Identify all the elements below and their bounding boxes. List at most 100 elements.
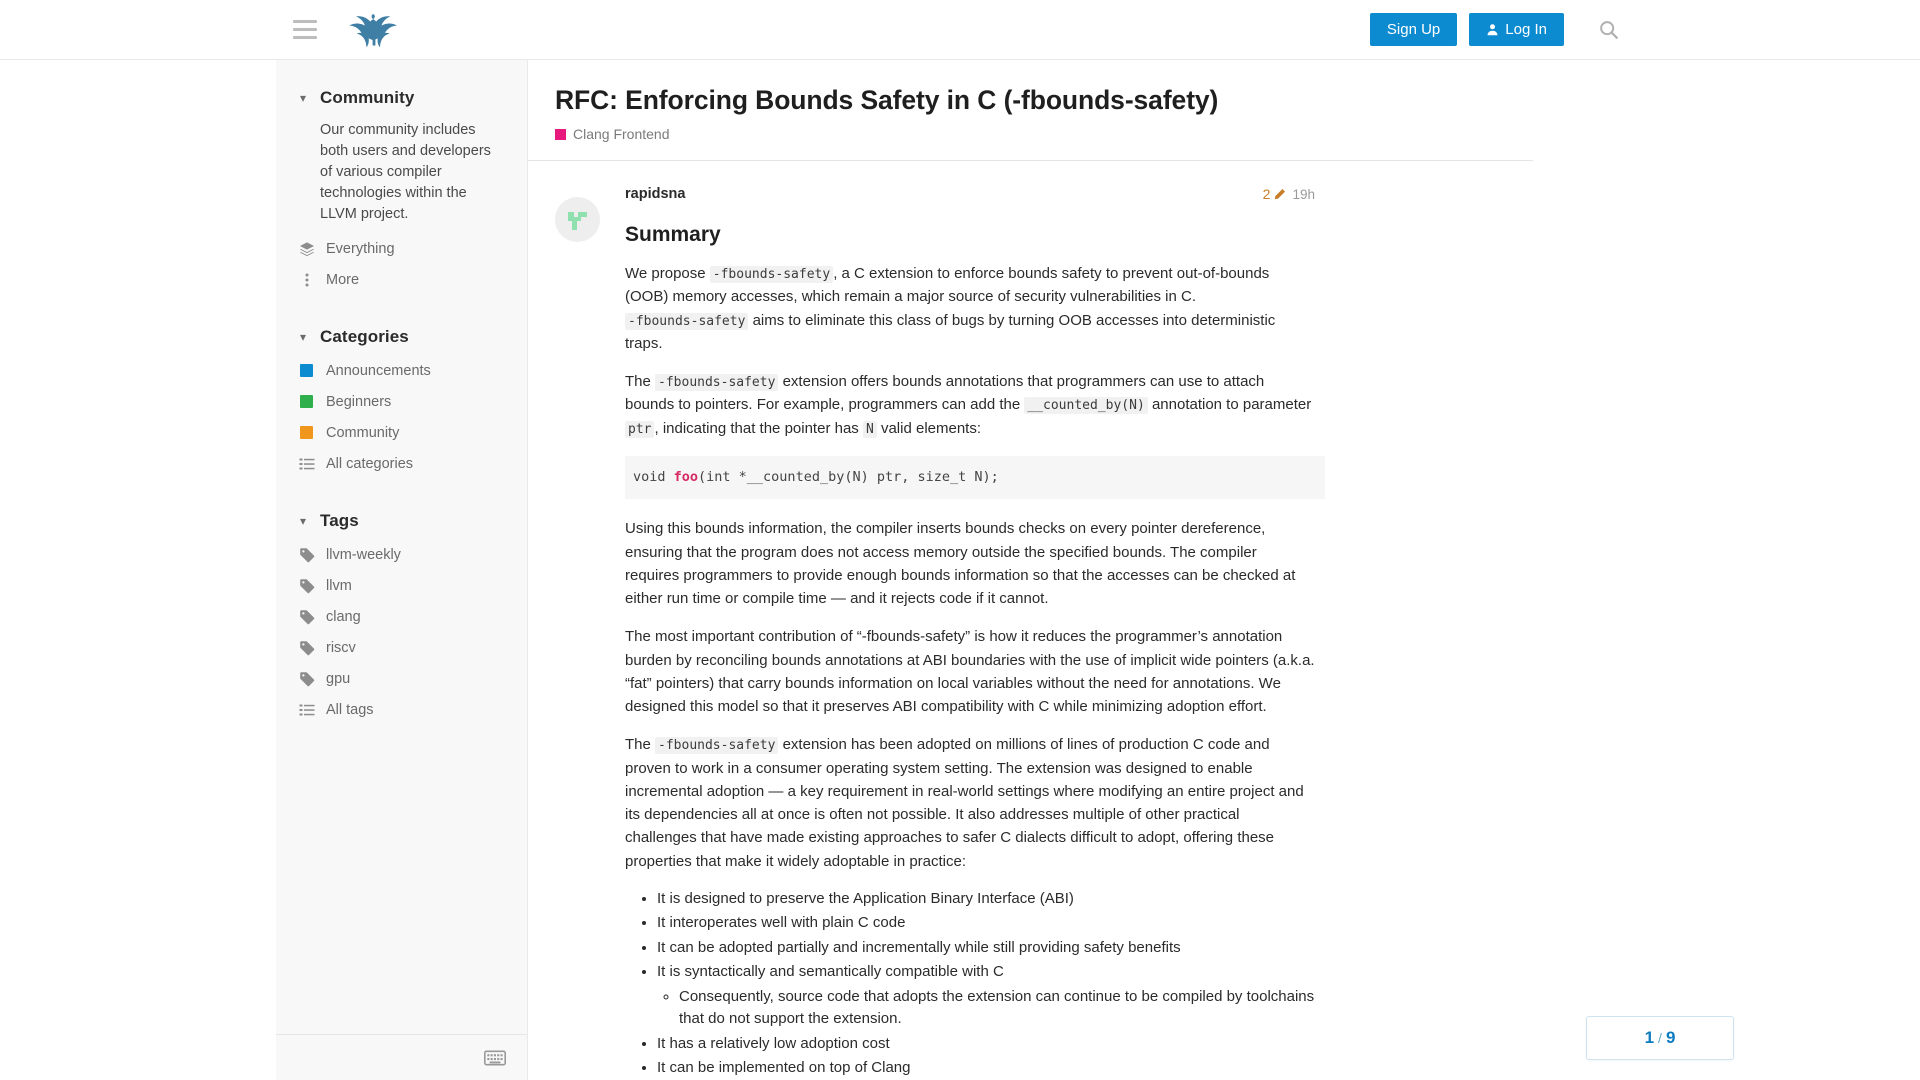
list-item: It is designed to preserve the Applicati… <box>657 888 1315 911</box>
sidebar-item-label: All categories <box>326 455 414 472</box>
sidebar-item-tag-riscv[interactable]: riscv <box>276 632 527 663</box>
sign-up-button[interactable]: Sign Up <box>1369 13 1458 46</box>
edit-count-button[interactable]: 2 <box>1263 186 1287 202</box>
sidebar-section-categories[interactable]: ▾ Categories <box>276 319 527 355</box>
code-function-name: foo <box>673 468 699 485</box>
sidebar: ▾ Community Our community includes both … <box>276 60 528 1080</box>
sidebar-item-tag-llvm-weekly[interactable]: llvm-weekly <box>276 539 527 570</box>
p2-text-d: , indicating that the pointer has <box>654 419 863 437</box>
sidebar-item-everything[interactable]: Everything <box>276 233 527 264</box>
p5-text-b: extension has been adopted on millions o… <box>625 736 1304 870</box>
sidebar-item-label: All tags <box>326 701 374 718</box>
post-author-username[interactable]: rapidsna <box>625 186 685 202</box>
paragraph-3: Using this bounds information, the compi… <box>625 520 1296 608</box>
sidebar-section-title: Community <box>320 88 415 107</box>
tag-icon <box>298 639 315 656</box>
edit-count-value: 2 <box>1262 186 1271 203</box>
p1-text-a: We propose <box>625 265 710 283</box>
sidebar-item-tag-gpu[interactable]: gpu <box>276 663 527 694</box>
post-timestamp[interactable]: 19h <box>1292 187 1315 202</box>
tag-icon <box>298 608 315 625</box>
sidebar-item-label: Beginners <box>326 393 392 410</box>
category-square-icon <box>298 362 315 379</box>
avatar-column <box>555 183 617 1080</box>
list-item: It interoperates well with plain C code <box>657 912 1315 935</box>
paragraph-5: The -fbounds-safety extension has been a… <box>625 733 1315 873</box>
nested-list: Consequently, source code that adopts th… <box>657 986 1315 1031</box>
topic-category-link[interactable]: Clang Frontend <box>555 126 1528 142</box>
code-block: void foo(int *__counted_by(N) ptr, size_… <box>625 455 1325 500</box>
tag-icon <box>298 577 315 594</box>
sidebar-item-beginners[interactable]: Beginners <box>276 386 527 417</box>
p2-text-a: The <box>625 373 656 391</box>
paragraph-2: The -fbounds-safety extension offers bou… <box>625 370 1315 440</box>
sidebar-item-label: Everything <box>326 240 395 257</box>
pencil-icon <box>1273 188 1286 201</box>
list-item: It can be implemented on top of Clang <box>657 1057 1315 1080</box>
sidebar-section-community[interactable]: ▾ Community <box>276 80 527 116</box>
site-header: Sign Up Log In <box>0 0 1920 60</box>
hamburger-menu-icon[interactable] <box>288 13 322 47</box>
sidebar-footer <box>276 1034 527 1080</box>
post-1: rapidsna 2 19h Summary We propose -fboun… <box>528 161 1588 1080</box>
topic-main: RFC: Enforcing Bounds Safety in C (-fbou… <box>528 60 1920 1080</box>
sidebar-item-community-category[interactable]: Community <box>276 417 527 448</box>
post-meta-right: 2 19h <box>1263 186 1315 202</box>
sidebar-community-description: Our community includes both users and de… <box>320 122 491 223</box>
post-content: We propose -fbounds-safety, a C extensio… <box>625 262 1325 1080</box>
paragraph-4: The most important contribution of “-fbo… <box>625 628 1315 716</box>
list-icon <box>298 455 315 472</box>
log-in-button[interactable]: Log In <box>1469 13 1564 46</box>
hamburger-bar <box>293 36 317 39</box>
sidebar-item-all-categories[interactable]: All categories <box>276 448 527 479</box>
sidebar-item-label: More <box>326 271 360 288</box>
inline-code: N <box>862 420 877 438</box>
properties-list: It is designed to preserve the Applicati… <box>625 888 1315 1080</box>
page-body: ▾ Community Our community includes both … <box>0 60 1920 1080</box>
layers-icon <box>298 240 315 257</box>
llvm-dragon-logo-icon[interactable] <box>342 8 406 52</box>
list-item: It is syntactically and semantically com… <box>657 961 1315 1031</box>
sidebar-section-title: Categories <box>320 327 409 347</box>
keyboard-shortcuts-icon[interactable] <box>484 1049 506 1066</box>
sidebar-item-label: Announcements <box>326 362 431 379</box>
sidebar-item-label: clang <box>326 608 361 625</box>
sidebar-item-tag-llvm[interactable]: llvm <box>276 570 527 601</box>
topic-progress-widget[interactable]: 1 / 9 <box>1586 1016 1734 1060</box>
current-post-number: 1 <box>1644 1028 1655 1047</box>
page-title: RFC: Enforcing Bounds Safety in C (-fbou… <box>555 85 1219 115</box>
p2-text-c: annotation to parameter <box>1147 396 1312 414</box>
hamburger-bar <box>293 28 317 31</box>
sidebar-item-more[interactable]: More <box>276 264 527 295</box>
sidebar-item-announcements[interactable]: Announcements <box>276 355 527 386</box>
inline-code: -fbounds-safety <box>709 266 834 284</box>
total-post-count: 9 <box>1665 1028 1676 1047</box>
inline-code: -fbounds-safety <box>625 312 749 330</box>
sidebar-item-label: riscv <box>326 639 356 656</box>
sidebar-item-all-tags[interactable]: All tags <box>276 694 527 725</box>
tag-icon <box>298 546 315 563</box>
category-color-badge <box>555 128 566 140</box>
code-keyword-void: void <box>633 468 674 485</box>
sidebar-section-title: Tags <box>320 511 359 531</box>
inline-code: -fbounds-safety <box>655 374 779 392</box>
p5-text-a: The <box>625 736 656 754</box>
dots-vertical-icon <box>298 271 315 288</box>
avatar[interactable] <box>555 197 600 243</box>
inline-code: ptr <box>625 420 655 438</box>
list-item-text: It is syntactically and semantically com… <box>657 963 1004 981</box>
list-item: It can be adopted partially and incremen… <box>657 937 1315 960</box>
chevron-down-icon: ▾ <box>299 514 307 529</box>
p2-text-e: valid elements: <box>876 419 982 437</box>
search-icon[interactable] <box>1590 11 1628 49</box>
chevron-down-icon: ▾ <box>299 330 307 345</box>
user-icon <box>1486 23 1499 36</box>
post-heading-summary: Summary <box>625 223 721 247</box>
sidebar-item-label: gpu <box>326 670 351 687</box>
topic-header: RFC: Enforcing Bounds Safety in C (-fbou… <box>528 60 1528 142</box>
category-square-icon <box>298 424 315 441</box>
sidebar-section-tags[interactable]: ▾ Tags <box>276 503 527 539</box>
sidebar-item-tag-clang[interactable]: clang <box>276 601 527 632</box>
sidebar-item-label: llvm-weekly <box>326 546 401 563</box>
sidebar-item-label: llvm <box>326 577 352 594</box>
